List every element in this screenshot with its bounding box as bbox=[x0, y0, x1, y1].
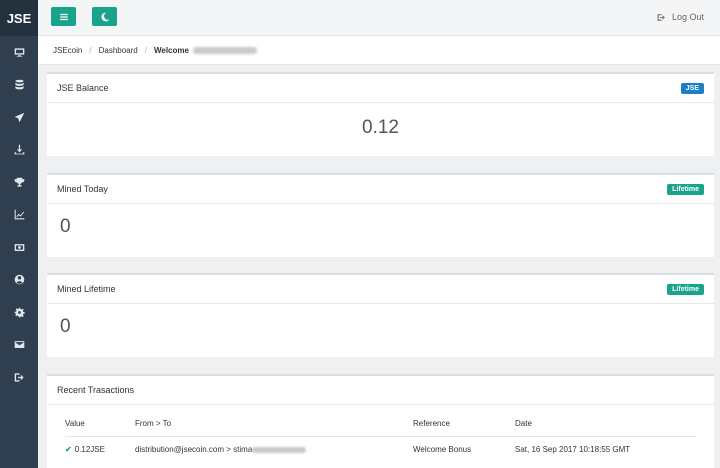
logout-icon bbox=[657, 13, 665, 21]
sidebar-item-profile[interactable] bbox=[0, 264, 38, 297]
transactions-card: Recent Trasactions Value From > To Refer… bbox=[47, 374, 714, 468]
database-icon bbox=[14, 79, 24, 90]
balance-value: 0.12 bbox=[362, 117, 399, 138]
app-logo[interactable]: JSE bbox=[0, 0, 38, 36]
sidebar-item-database[interactable] bbox=[0, 69, 38, 102]
row-value-cell: ✔ 0.12JSE bbox=[65, 436, 135, 462]
balance-badge: JSE bbox=[680, 82, 704, 94]
check-icon: ✔ bbox=[65, 445, 72, 454]
column-from-to: From > To bbox=[135, 419, 172, 428]
sidebar-item-settings[interactable] bbox=[0, 296, 38, 329]
envelope-icon bbox=[14, 341, 24, 349]
mined-lifetime-card: Mined Lifetime Lifetime 0 bbox=[47, 273, 714, 357]
sidebar-item-chart[interactable] bbox=[0, 199, 38, 232]
breadcrumb-welcome: Welcome bbox=[153, 45, 189, 55]
breadcrumb: JSEcoin / Dashboard / Welcome bbox=[38, 36, 720, 65]
row-reference: Welcome Bonus bbox=[413, 436, 515, 462]
table-header-row: Value From > To Reference Date bbox=[65, 405, 696, 437]
sidebar-item-money[interactable] bbox=[0, 231, 38, 264]
logout-link[interactable]: Log Out bbox=[657, 12, 704, 22]
mined-today-header: Mined Today Lifetime bbox=[47, 175, 714, 204]
mined-today-badge: Lifetime bbox=[667, 183, 704, 195]
logout-label: Log Out bbox=[671, 12, 704, 22]
sidebar: JSE bbox=[0, 0, 38, 468]
redacted-username bbox=[192, 46, 257, 54]
sidebar-item-dashboard[interactable] bbox=[0, 36, 38, 69]
mined-lifetime-value: 0 bbox=[60, 316, 71, 337]
breadcrumb-separator: / bbox=[89, 45, 92, 55]
monitor-icon bbox=[14, 48, 24, 57]
hamburger-icon bbox=[59, 13, 68, 20]
download-icon bbox=[14, 144, 24, 155]
gear-icon bbox=[14, 307, 25, 318]
table-row[interactable]: ✔ 0.12JSE distribution@jsecoin.com > stim… bbox=[65, 436, 696, 462]
column-date: Date bbox=[515, 419, 532, 428]
row-value: 0.12JSE bbox=[74, 445, 105, 454]
row-from-to-cell: distribution@jsecoin.com > stima bbox=[135, 436, 413, 462]
send-icon bbox=[14, 112, 24, 123]
transactions-title: Recent Trasactions bbox=[57, 385, 135, 395]
mined-lifetime-badge: Lifetime bbox=[667, 283, 704, 295]
mined-lifetime-header: Mined Lifetime Lifetime bbox=[47, 275, 714, 304]
balance-card-header: JSE Balance JSE bbox=[47, 74, 714, 103]
sidebar-item-send[interactable] bbox=[0, 101, 38, 134]
sidebar-item-trophy[interactable] bbox=[0, 166, 38, 199]
breadcrumb-dashboard[interactable]: Dashboard bbox=[99, 46, 138, 55]
night-mode-button[interactable] bbox=[92, 7, 117, 26]
transactions-body: Value From > To Reference Date ✔ 0.12JSE … bbox=[47, 405, 714, 462]
row-date: Sat, 16 Sep 2017 10:18:55 GMT bbox=[515, 436, 696, 462]
top-bar: Log Out bbox=[38, 0, 720, 36]
mined-today-value: 0 bbox=[60, 216, 71, 237]
transactions-header: Recent Trasactions bbox=[47, 376, 714, 405]
column-value: Value bbox=[65, 419, 85, 428]
sidebar-item-messages[interactable] bbox=[0, 329, 38, 362]
row-from-to: distribution@jsecoin.com > stima bbox=[135, 445, 253, 454]
transactions-table: Value From > To Reference Date ✔ 0.12JSE … bbox=[65, 405, 696, 462]
breadcrumb-home[interactable]: JSEcoin bbox=[53, 46, 82, 55]
breadcrumb-separator: / bbox=[144, 45, 147, 55]
redacted-email bbox=[252, 446, 307, 453]
trophy-icon bbox=[14, 177, 24, 187]
chart-icon bbox=[14, 209, 24, 220]
balance-title: JSE Balance bbox=[57, 83, 109, 93]
moon-icon bbox=[100, 12, 109, 21]
mined-lifetime-title: Mined Lifetime bbox=[57, 284, 116, 294]
mined-today-card: Mined Today Lifetime 0 bbox=[47, 173, 714, 257]
money-icon bbox=[14, 243, 24, 251]
balance-card: JSE Balance JSE 0.12 bbox=[47, 72, 714, 156]
sidebar-item-logout[interactable] bbox=[0, 361, 38, 394]
column-reference: Reference bbox=[413, 419, 450, 428]
menu-toggle-button[interactable] bbox=[51, 7, 76, 26]
logout-icon bbox=[14, 373, 24, 382]
mined-today-title: Mined Today bbox=[57, 184, 108, 194]
sidebar-item-download[interactable] bbox=[0, 134, 38, 167]
user-circle-icon bbox=[14, 274, 24, 285]
